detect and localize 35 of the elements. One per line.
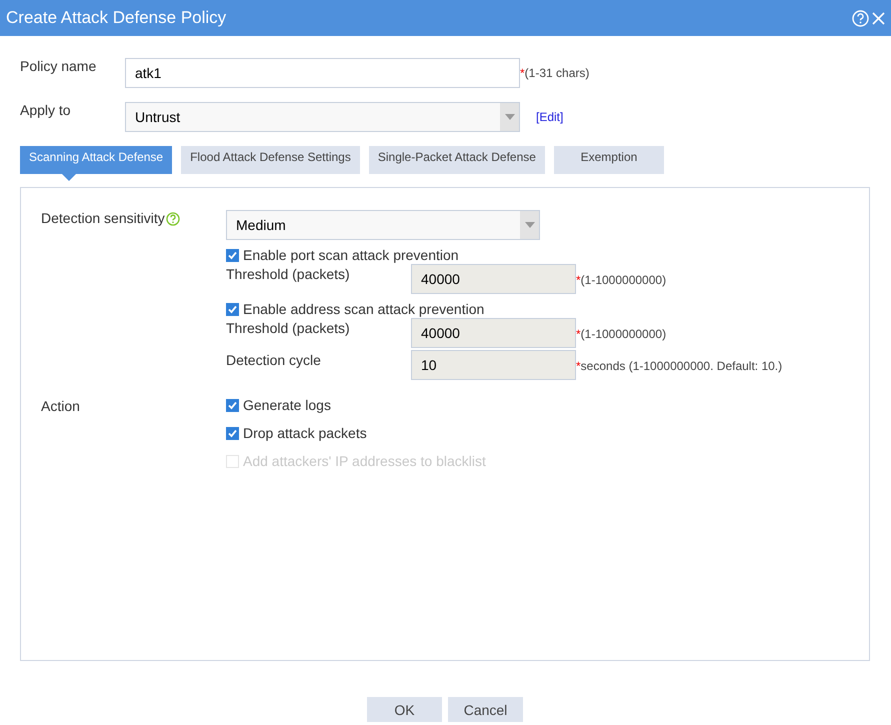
checkbox[interactable] [226, 426, 239, 440]
input-field[interactable]: 40000 [411, 318, 576, 348]
field-label: Threshold (packets) [226, 320, 351, 336]
tab[interactable]: Exemption [554, 146, 664, 174]
checkbox-label: Generate logs [243, 397, 331, 413]
hint-text: *(1-31 chars) [520, 66, 590, 80]
tab-pointer-icon [62, 174, 76, 181]
checkbox[interactable] [226, 302, 239, 316]
button[interactable]: Cancel [448, 697, 523, 722]
button[interactable]: OK [367, 697, 442, 722]
checkbox-label: Enable address scan attack prevention [243, 301, 484, 317]
dropdown[interactable]: Medium [226, 210, 540, 240]
dropdown[interactable]: Untrust [125, 102, 520, 132]
checkbox-label: Enable port scan attack prevention [243, 247, 459, 263]
tab[interactable]: Single-Packet Attack Defense [368, 146, 545, 174]
field-label: Threshold (packets) [226, 266, 351, 282]
help-icon[interactable] [166, 212, 180, 226]
input-field[interactable]: atk1 [125, 58, 520, 88]
field-label: Detection cycle [226, 352, 322, 368]
field-label: Policy name [20, 58, 98, 74]
sensitivity-label: Detection sensitivity [41, 210, 165, 226]
hint-text: *(1-1000000000) [576, 273, 666, 287]
edit-link[interactable]: [Edit] [536, 110, 564, 124]
close-icon[interactable] [871, 10, 886, 26]
tab[interactable]: Flood Attack Defense Settings [181, 146, 360, 174]
checkbox[interactable] [226, 398, 239, 412]
checkbox-label: Drop attack packets [243, 425, 367, 441]
hint-text: *(1-1000000000) [576, 327, 666, 341]
input-field[interactable]: 40000 [411, 264, 576, 294]
action-label: Action [41, 397, 81, 416]
checkbox[interactable] [226, 248, 239, 262]
window-title: Create Attack Defense Policy [6, 8, 226, 28]
field-label: Apply to [20, 102, 72, 118]
input-field[interactable]: 10 [411, 350, 576, 380]
hint-text: *seconds (1-1000000000. Default: 10.) [576, 359, 782, 373]
